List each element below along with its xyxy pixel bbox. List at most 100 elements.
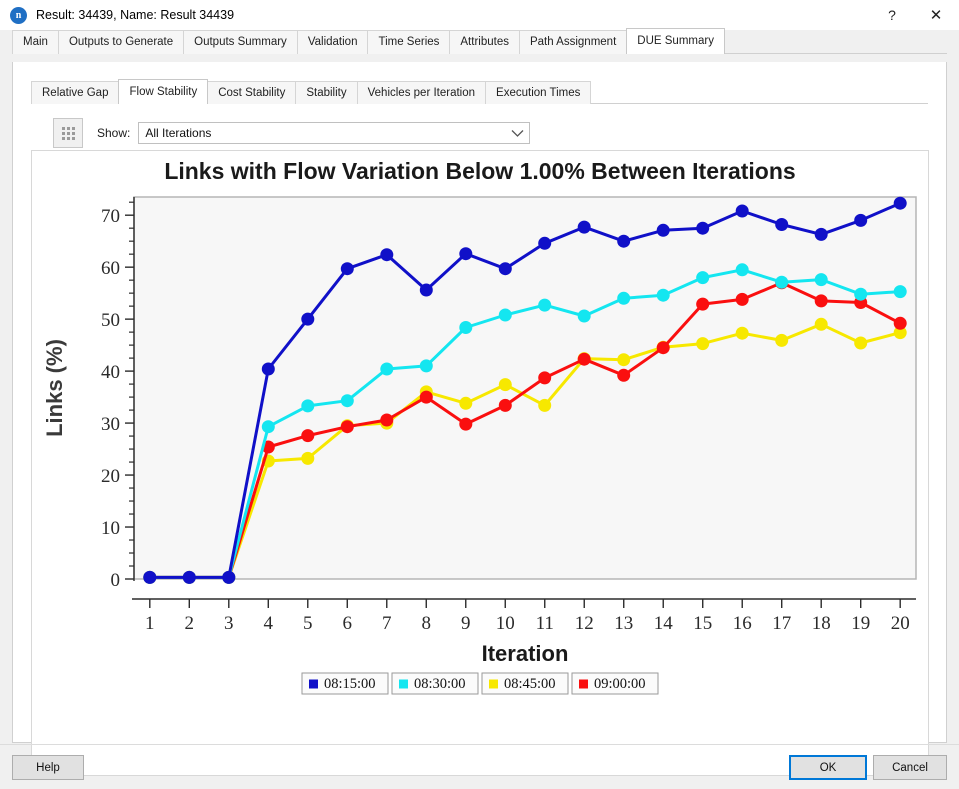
data-point bbox=[577, 309, 591, 323]
tab-cost-stability[interactable]: Cost Stability bbox=[207, 81, 297, 104]
window-titlebar: n Result: 34439, Name: Result 34439 ? ✕ bbox=[0, 0, 959, 30]
data-point bbox=[419, 359, 433, 373]
x-axis-tick-label: 7 bbox=[382, 613, 392, 634]
legend-label: 08:15:00 bbox=[324, 676, 376, 692]
tab-outputs-summary[interactable]: Outputs Summary bbox=[183, 30, 298, 54]
legend-item[interactable]: 08:30:00 bbox=[391, 672, 479, 695]
x-axis-tick-label: 5 bbox=[303, 613, 313, 634]
data-point bbox=[419, 390, 433, 404]
tab-attributes[interactable]: Attributes bbox=[449, 30, 520, 54]
tab-due-summary[interactable]: DUE Summary bbox=[626, 28, 725, 54]
data-point bbox=[735, 204, 749, 218]
x-axis-title: Iteration bbox=[482, 641, 569, 666]
show-label: Show: bbox=[97, 126, 131, 140]
help-button[interactable]: Help bbox=[12, 755, 84, 780]
legend-label: 08:45:00 bbox=[504, 676, 556, 692]
x-axis-tick-label: 18 bbox=[812, 613, 831, 634]
data-point bbox=[893, 196, 907, 210]
x-axis-tick-label: 9 bbox=[461, 613, 471, 634]
tab-relative-gap[interactable]: Relative Gap bbox=[31, 81, 120, 104]
tab-main[interactable]: Main bbox=[12, 30, 59, 54]
data-point bbox=[735, 326, 749, 340]
tab-execution-times[interactable]: Execution Times bbox=[485, 81, 592, 104]
data-point bbox=[538, 236, 552, 250]
tab-label: Execution Times bbox=[496, 87, 581, 99]
data-point bbox=[656, 288, 670, 302]
tab-label: Cost Stability bbox=[218, 87, 286, 99]
data-point bbox=[696, 271, 710, 285]
legend-swatch bbox=[399, 679, 408, 689]
x-axis-tick-label: 2 bbox=[185, 613, 195, 634]
tab-label: Relative Gap bbox=[42, 87, 109, 99]
legend-item[interactable]: 08:45:00 bbox=[481, 672, 569, 695]
chart-toolbar: Show: All Iterations bbox=[53, 118, 946, 148]
data-point bbox=[498, 378, 512, 392]
tab-label: Vehicles per Iteration bbox=[367, 87, 476, 99]
legend-swatch bbox=[489, 679, 498, 689]
dialog-footer: Help OK Cancel bbox=[0, 750, 959, 789]
data-point bbox=[735, 292, 749, 306]
x-axis-tick-label: 20 bbox=[891, 613, 910, 634]
data-point bbox=[419, 283, 433, 297]
data-point bbox=[459, 247, 473, 261]
data-point bbox=[696, 337, 710, 351]
data-point bbox=[498, 262, 512, 276]
close-icon[interactable]: ✕ bbox=[913, 0, 959, 30]
data-point bbox=[814, 294, 828, 308]
y-axis-tick-label: 30 bbox=[101, 414, 120, 435]
data-point bbox=[775, 275, 789, 289]
due-summary-panel: Relative Gap Flow Stability Cost Stability… bbox=[12, 62, 947, 776]
cancel-button[interactable]: Cancel bbox=[873, 755, 947, 780]
data-point bbox=[261, 420, 275, 434]
data-point bbox=[696, 297, 710, 311]
x-axis-tick-label: 10 bbox=[496, 613, 515, 634]
data-point bbox=[775, 333, 789, 347]
legend-item[interactable]: 08:15:00 bbox=[301, 672, 389, 695]
grip-dots-icon[interactable] bbox=[53, 118, 83, 148]
data-point bbox=[380, 413, 394, 427]
tab-time-series[interactable]: Time Series bbox=[367, 30, 451, 54]
data-point bbox=[656, 223, 670, 237]
tab-label: DUE Summary bbox=[637, 35, 714, 47]
data-point bbox=[340, 262, 354, 276]
data-point bbox=[735, 263, 749, 277]
tab-outputs-to-generate[interactable]: Outputs to Generate bbox=[57, 30, 185, 54]
data-point bbox=[459, 396, 473, 410]
inner-tabstrip: Relative Gap Flow Stability Cost Stability… bbox=[31, 79, 946, 104]
y-axis-tick-label: 40 bbox=[101, 362, 120, 383]
tab-path-assignment[interactable]: Path Assignment bbox=[518, 30, 628, 54]
tab-label: Outputs Summary bbox=[194, 36, 287, 48]
tab-label: Stability bbox=[306, 87, 347, 99]
show-dropdown[interactable]: All Iterations bbox=[138, 122, 531, 144]
y-axis-title: Links (%) bbox=[42, 339, 67, 437]
window-title: Result: 34439, Name: Result 34439 bbox=[36, 8, 235, 22]
ok-button[interactable]: OK bbox=[789, 755, 867, 780]
tab-label: Outputs to Generate bbox=[68, 36, 174, 48]
data-point bbox=[380, 248, 394, 262]
y-axis-tick-label: 20 bbox=[101, 466, 120, 487]
tab-label: Path Assignment bbox=[529, 36, 617, 48]
x-axis-tick-label: 4 bbox=[264, 613, 274, 634]
tab-flow-stability[interactable]: Flow Stability bbox=[118, 79, 209, 104]
tab-label: Attributes bbox=[460, 36, 509, 48]
data-point bbox=[459, 321, 473, 334]
data-point bbox=[854, 287, 868, 301]
data-point bbox=[617, 353, 631, 367]
tab-stability[interactable]: Stability bbox=[295, 81, 358, 104]
x-axis-tick-label: 8 bbox=[422, 613, 432, 634]
data-point bbox=[893, 316, 907, 330]
legend-label: 09:00:00 bbox=[594, 676, 646, 692]
outer-tabstrip: Main Outputs to Generate Outputs Summary Va… bbox=[0, 28, 959, 54]
x-axis-tick-label: 13 bbox=[614, 613, 633, 634]
tab-validation[interactable]: Validation bbox=[296, 30, 369, 54]
tab-vehicles-per-iteration[interactable]: Vehicles per Iteration bbox=[356, 81, 487, 104]
legend-item[interactable]: 09:00:00 bbox=[571, 672, 659, 695]
tab-label: Validation bbox=[307, 36, 358, 48]
data-point bbox=[182, 570, 196, 584]
data-point bbox=[538, 398, 552, 412]
y-axis-tick-label: 50 bbox=[101, 310, 120, 331]
chart-canvas: Links with Flow Variation Below 1.00% Be… bbox=[42, 158, 917, 695]
help-icon[interactable]: ? bbox=[871, 0, 913, 30]
data-point bbox=[340, 394, 354, 408]
data-point bbox=[617, 368, 631, 382]
